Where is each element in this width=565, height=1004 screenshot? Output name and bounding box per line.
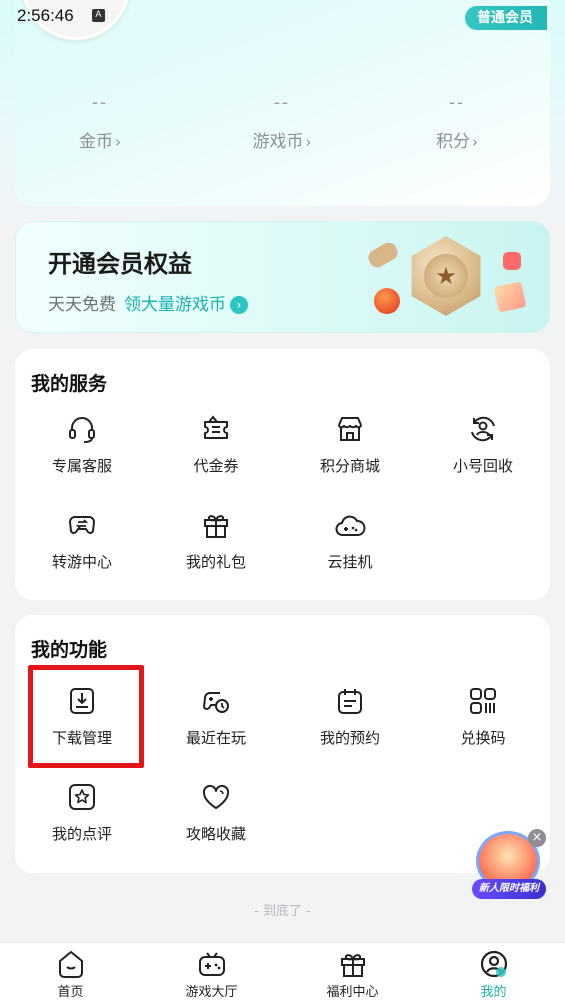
vip-title: 开通会员权益 <box>48 250 192 278</box>
feature-label: 攻略收藏 <box>185 825 246 843</box>
redeem-code-icon <box>470 688 496 714</box>
game-coin-value: -- <box>274 92 290 112</box>
recycle-account-icon <box>471 416 495 442</box>
service-game-transfer[interactable]: 转游中心 <box>15 509 149 572</box>
headset-icon <box>69 417 95 443</box>
coupon-icon <box>204 415 228 439</box>
service-label: 积分商城 <box>319 457 380 475</box>
vip-subtitle: 天天免费 <box>48 295 116 315</box>
tab-label: 福利中心 <box>326 985 379 1000</box>
store-icon <box>338 417 362 441</box>
close-icon[interactable]: × <box>528 829 546 847</box>
status-time: 2:56:46 <box>17 6 74 25</box>
profile-icon <box>480 950 507 978</box>
arrow-right-icon: › <box>230 296 248 314</box>
notification-a-icon: A <box>92 9 105 22</box>
promo-label: 新人限时福利 <box>472 879 546 899</box>
tab-game-hall[interactable]: 游戏大厅 <box>141 949 282 1000</box>
tab-welfare-center[interactable]: 福利中心 <box>282 949 423 1000</box>
service-my-gift[interactable]: 我的礼包 <box>149 509 283 572</box>
service-label: 代金券 <box>193 457 239 475</box>
review-star-icon <box>69 784 95 810</box>
feature-redeem-code[interactable]: 兑换码 <box>416 685 550 748</box>
service-label: 转游中心 <box>51 553 112 571</box>
highlight-box <box>28 665 144 768</box>
game-coin-label: 游戏币 <box>252 132 304 152</box>
gold-value: -- <box>92 92 108 112</box>
feature-label: 最近在玩 <box>185 729 246 747</box>
service-label: 专属客服 <box>51 457 112 475</box>
calendar-icon <box>338 689 362 714</box>
star-icon: ★ <box>424 254 468 298</box>
service-account-recycle[interactable]: 小号回收 <box>416 413 550 476</box>
feature-label: 兑换码 <box>460 729 506 747</box>
features-title: 我的功能 <box>31 639 108 661</box>
service-points-mall[interactable]: 积分商城 <box>283 413 417 476</box>
red-packet-icon <box>503 252 521 270</box>
recent-play-icon <box>203 692 229 713</box>
services-section: 我的服务 专属客服 代金券 积分商城 小号回收 转游中心 我的礼包 云挂机 <box>15 349 550 600</box>
gamepad-transfer-icon <box>69 516 95 534</box>
service-label: 云挂机 <box>327 553 373 571</box>
lucky-bag-icon <box>374 288 400 314</box>
chevron-right-icon: › <box>115 133 121 151</box>
vip-banner[interactable]: 开通会员权益 天天免费 领大量游戏币 › ★ <box>15 221 550 333</box>
feature-recently-played[interactable]: 最近在玩 <box>149 685 283 748</box>
service-label: 我的礼包 <box>185 553 246 571</box>
heart-icon <box>202 784 230 809</box>
points-label: 积分 <box>436 132 470 152</box>
service-label: 小号回收 <box>452 457 513 475</box>
bottom-tab-bar: 首页 游戏大厅 福利中心 我的 <box>0 942 565 1004</box>
gold-label: 金币 <box>79 132 113 152</box>
claw-icon <box>365 239 401 271</box>
gift-icon <box>204 515 228 538</box>
feature-label: 我的预约 <box>319 729 380 747</box>
tab-label: 首页 <box>57 985 84 1000</box>
service-cloud-idle[interactable]: 云挂机 <box>283 509 417 572</box>
newcomer-promo-float[interactable]: 新人限时福利 × <box>472 829 548 901</box>
end-of-list-note: - 到底了 - <box>254 904 311 919</box>
points-value: -- <box>449 92 465 112</box>
home-icon <box>58 951 83 978</box>
feature-my-reservations[interactable]: 我的预约 <box>283 685 417 748</box>
feature-my-reviews[interactable]: 我的点评 <box>15 781 149 844</box>
chevron-right-icon: › <box>472 133 478 151</box>
feature-label: 我的点评 <box>51 825 112 843</box>
member-level-badge[interactable]: 普通会员 <box>465 6 547 30</box>
tab-home[interactable]: 首页 <box>0 949 141 1000</box>
wallet-game-coin[interactable]: -- 游戏币 › <box>207 92 357 152</box>
welfare-gift-icon <box>340 954 365 977</box>
chevron-right-icon: › <box>305 133 312 151</box>
tab-label: 我的 <box>480 985 507 1000</box>
service-coupon[interactable]: 代金券 <box>149 413 283 476</box>
cloud-gamepad-icon <box>335 515 366 536</box>
feature-guide-favorites[interactable]: 攻略收藏 <box>149 781 283 844</box>
tab-label: 游戏大厅 <box>185 985 238 1000</box>
game-hall-icon <box>198 952 225 976</box>
wallet-gold[interactable]: -- 金币 › <box>25 92 175 152</box>
service-customer-support[interactable]: 专属客服 <box>15 413 149 476</box>
vip-highlight: 领大量游戏币 <box>124 295 226 315</box>
services-title: 我的服务 <box>31 373 108 395</box>
wallet-points[interactable]: -- 积分 › <box>382 92 532 152</box>
tab-profile[interactable]: 我的 <box>423 949 564 1000</box>
gift-box-icon <box>493 281 527 313</box>
